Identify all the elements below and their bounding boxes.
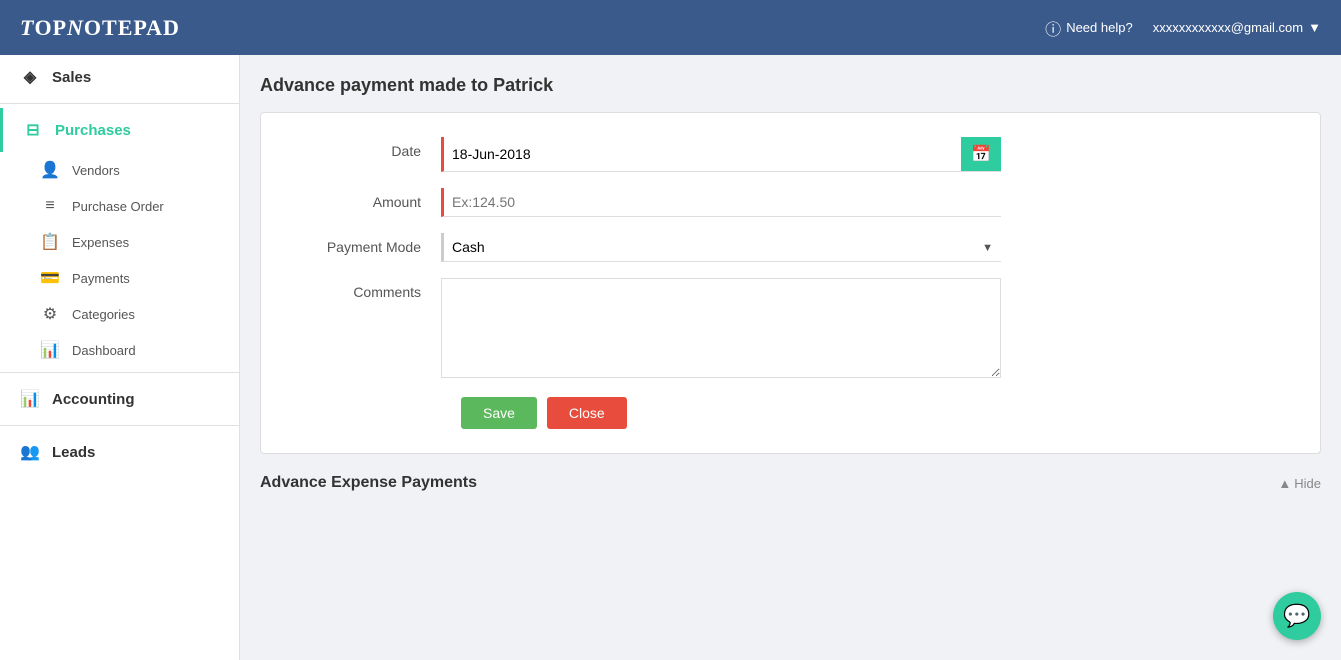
sidebar-item-vendors[interactable]: 👤 Vendors	[0, 152, 239, 188]
sidebar-expenses-label: Expenses	[72, 235, 129, 250]
sidebar-purchases-label: Purchases	[55, 122, 131, 139]
date-input[interactable]	[444, 140, 961, 168]
sidebar: ◈ Sales ⊟ Purchases 👤 Vendors ≡ Purchase…	[0, 55, 240, 660]
payment-mode-row: Payment Mode Cash Bank Transfer Check Cr…	[291, 233, 1290, 262]
accounting-icon: 📊	[20, 389, 40, 409]
amount-row: Amount	[291, 188, 1290, 217]
payment-mode-select[interactable]: Cash Bank Transfer Check Credit Card	[441, 233, 1001, 262]
calendar-button[interactable]: 📅	[961, 137, 1001, 171]
sales-icon: ◈	[20, 67, 40, 87]
sidebar-item-leads[interactable]: 👥 Leads	[0, 430, 239, 474]
header-right: ⓘ Need help? xxxxxxxxxxxx@gmail.com ▼	[1045, 16, 1321, 40]
dashboard-icon: 📊	[40, 340, 60, 360]
categories-icon: ⚙	[40, 304, 60, 324]
close-button[interactable]: Close	[547, 397, 627, 429]
sidebar-categories-label: Categories	[72, 307, 135, 322]
advance-section-header: Advance Expense Payments ▲ Hide	[260, 474, 1321, 492]
comments-label: Comments	[291, 278, 441, 300]
sidebar-item-expenses[interactable]: 📋 Expenses	[0, 224, 239, 260]
purchases-icon: ⊟	[23, 120, 43, 140]
date-row: Date 📅	[291, 137, 1290, 172]
comments-row: Comments	[291, 278, 1290, 381]
expenses-icon: 📋	[40, 232, 60, 252]
date-field: 📅	[441, 137, 1001, 172]
amount-field	[441, 188, 1001, 217]
app-logo: TopNotepad	[20, 15, 180, 41]
sidebar-payments-label: Payments	[72, 271, 130, 286]
save-button[interactable]: Save	[461, 397, 537, 429]
vendors-icon: 👤	[40, 160, 60, 180]
comments-textarea[interactable]	[441, 278, 1001, 378]
comments-field	[441, 278, 1001, 381]
chat-button[interactable]: 💬	[1273, 592, 1321, 640]
help-icon: ⓘ	[1045, 16, 1061, 40]
payments-icon: 💳	[40, 268, 60, 288]
main-layout: ◈ Sales ⊟ Purchases 👤 Vendors ≡ Purchase…	[0, 55, 1341, 660]
sidebar-accounting-label: Accounting	[52, 391, 135, 408]
page-title: Advance payment made to Patrick	[260, 75, 1321, 96]
sidebar-item-categories[interactable]: ⚙ Categories	[0, 296, 239, 332]
main-content: Advance payment made to Patrick Date 📅 A…	[240, 55, 1341, 660]
form-card: Date 📅 Amount Payment Mode	[260, 112, 1321, 454]
sidebar-purchase-order-label: Purchase Order	[72, 199, 164, 214]
header: TopNotepad ⓘ Need help? xxxxxxxxxxxx@gma…	[0, 0, 1341, 55]
sidebar-dashboard-label: Dashboard	[72, 343, 136, 358]
payment-mode-select-wrapper: Cash Bank Transfer Check Credit Card	[441, 233, 1001, 262]
chevron-up-icon: ▲	[1278, 476, 1291, 491]
form-actions: Save Close	[291, 397, 1290, 429]
purchase-order-icon: ≡	[40, 196, 60, 216]
date-label: Date	[291, 137, 441, 159]
sidebar-item-payments[interactable]: 💳 Payments	[0, 260, 239, 296]
user-email: xxxxxxxxxxxx@gmail.com	[1153, 20, 1303, 35]
sidebar-item-purchase-order[interactable]: ≡ Purchase Order	[0, 188, 239, 224]
hide-link[interactable]: ▲ Hide	[1278, 476, 1321, 491]
help-label: Need help?	[1066, 20, 1133, 35]
help-link[interactable]: ⓘ Need help?	[1045, 16, 1133, 40]
hide-label: Hide	[1294, 476, 1321, 491]
amount-label: Amount	[291, 188, 441, 210]
sidebar-item-dashboard[interactable]: 📊 Dashboard	[0, 332, 239, 368]
chevron-down-icon: ▼	[1308, 20, 1321, 35]
sidebar-leads-label: Leads	[52, 444, 95, 461]
user-menu[interactable]: xxxxxxxxxxxx@gmail.com ▼	[1153, 20, 1321, 35]
payment-mode-field: Cash Bank Transfer Check Credit Card	[441, 233, 1001, 262]
date-wrapper: 📅	[441, 137, 1001, 172]
advance-section-title: Advance Expense Payments	[260, 474, 477, 492]
sidebar-sales-label: Sales	[52, 69, 91, 86]
payment-mode-label: Payment Mode	[291, 233, 441, 255]
sidebar-item-accounting[interactable]: 📊 Accounting	[0, 377, 239, 421]
sidebar-vendors-label: Vendors	[72, 163, 120, 178]
sidebar-item-purchases[interactable]: ⊟ Purchases	[0, 108, 239, 152]
amount-input[interactable]	[441, 188, 1001, 217]
leads-icon: 👥	[20, 442, 40, 462]
sidebar-item-sales[interactable]: ◈ Sales	[0, 55, 239, 99]
